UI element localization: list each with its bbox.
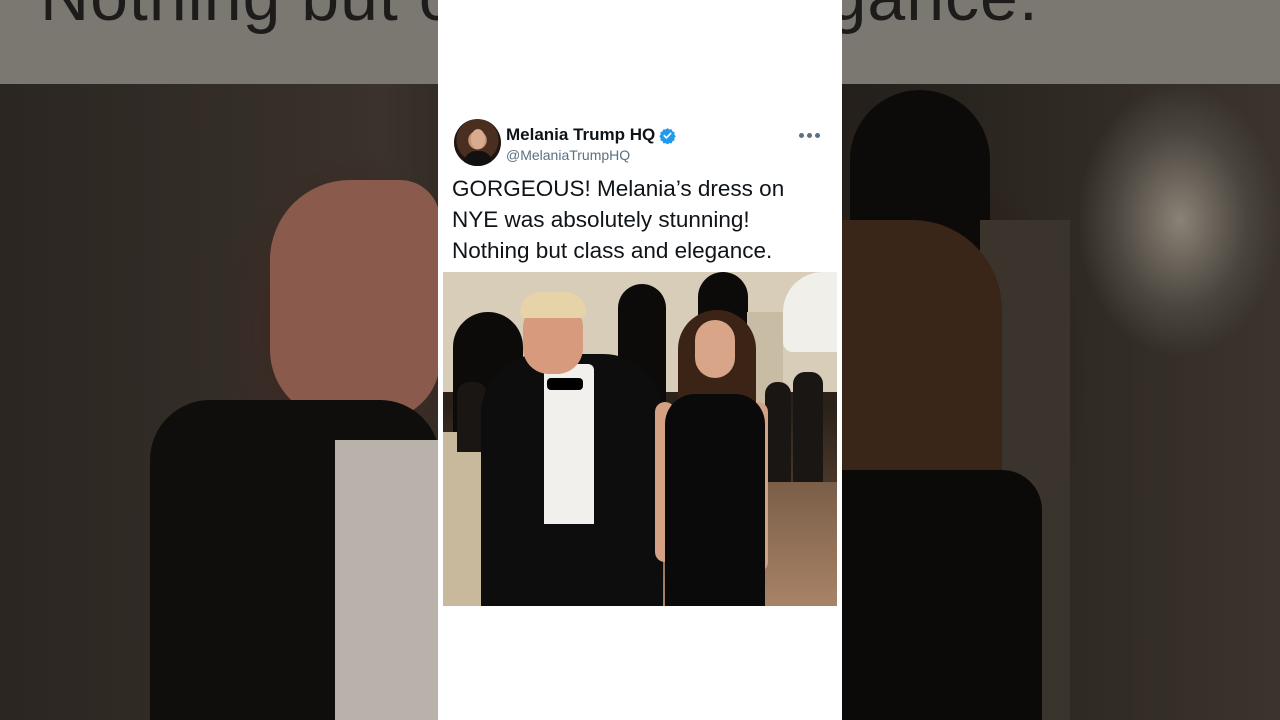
photo-woman-face bbox=[695, 320, 735, 378]
photo-guest bbox=[765, 382, 791, 482]
tweet-card[interactable]: Melania Trump HQ @MelaniaTrumpHQ GORGEOU… bbox=[438, 0, 842, 720]
avatar[interactable] bbox=[454, 119, 501, 166]
author-name-row: Melania Trump HQ bbox=[506, 125, 676, 145]
photo-woman-dress bbox=[665, 394, 765, 606]
avatar-body bbox=[464, 151, 492, 166]
photo-man-hair bbox=[520, 292, 586, 318]
background-woman-dress bbox=[842, 470, 1042, 720]
tweet-text: GORGEOUS! Melania’s dress on NYE was abs… bbox=[452, 176, 785, 263]
background-man-shirt bbox=[335, 440, 440, 720]
photo-guest bbox=[793, 372, 823, 482]
tweet-photo[interactable] bbox=[443, 272, 837, 606]
verified-badge-icon bbox=[659, 127, 676, 144]
more-dot bbox=[814, 132, 820, 138]
display-name[interactable]: Melania Trump HQ bbox=[506, 125, 655, 145]
handle[interactable]: @MelaniaTrumpHQ bbox=[506, 147, 630, 163]
more-dot bbox=[806, 132, 812, 138]
avatar-face bbox=[471, 129, 485, 149]
more-options-icon[interactable] bbox=[794, 125, 824, 145]
photo-bow-tie bbox=[547, 378, 583, 390]
more-dot bbox=[798, 132, 804, 138]
background-man-face bbox=[270, 180, 440, 420]
